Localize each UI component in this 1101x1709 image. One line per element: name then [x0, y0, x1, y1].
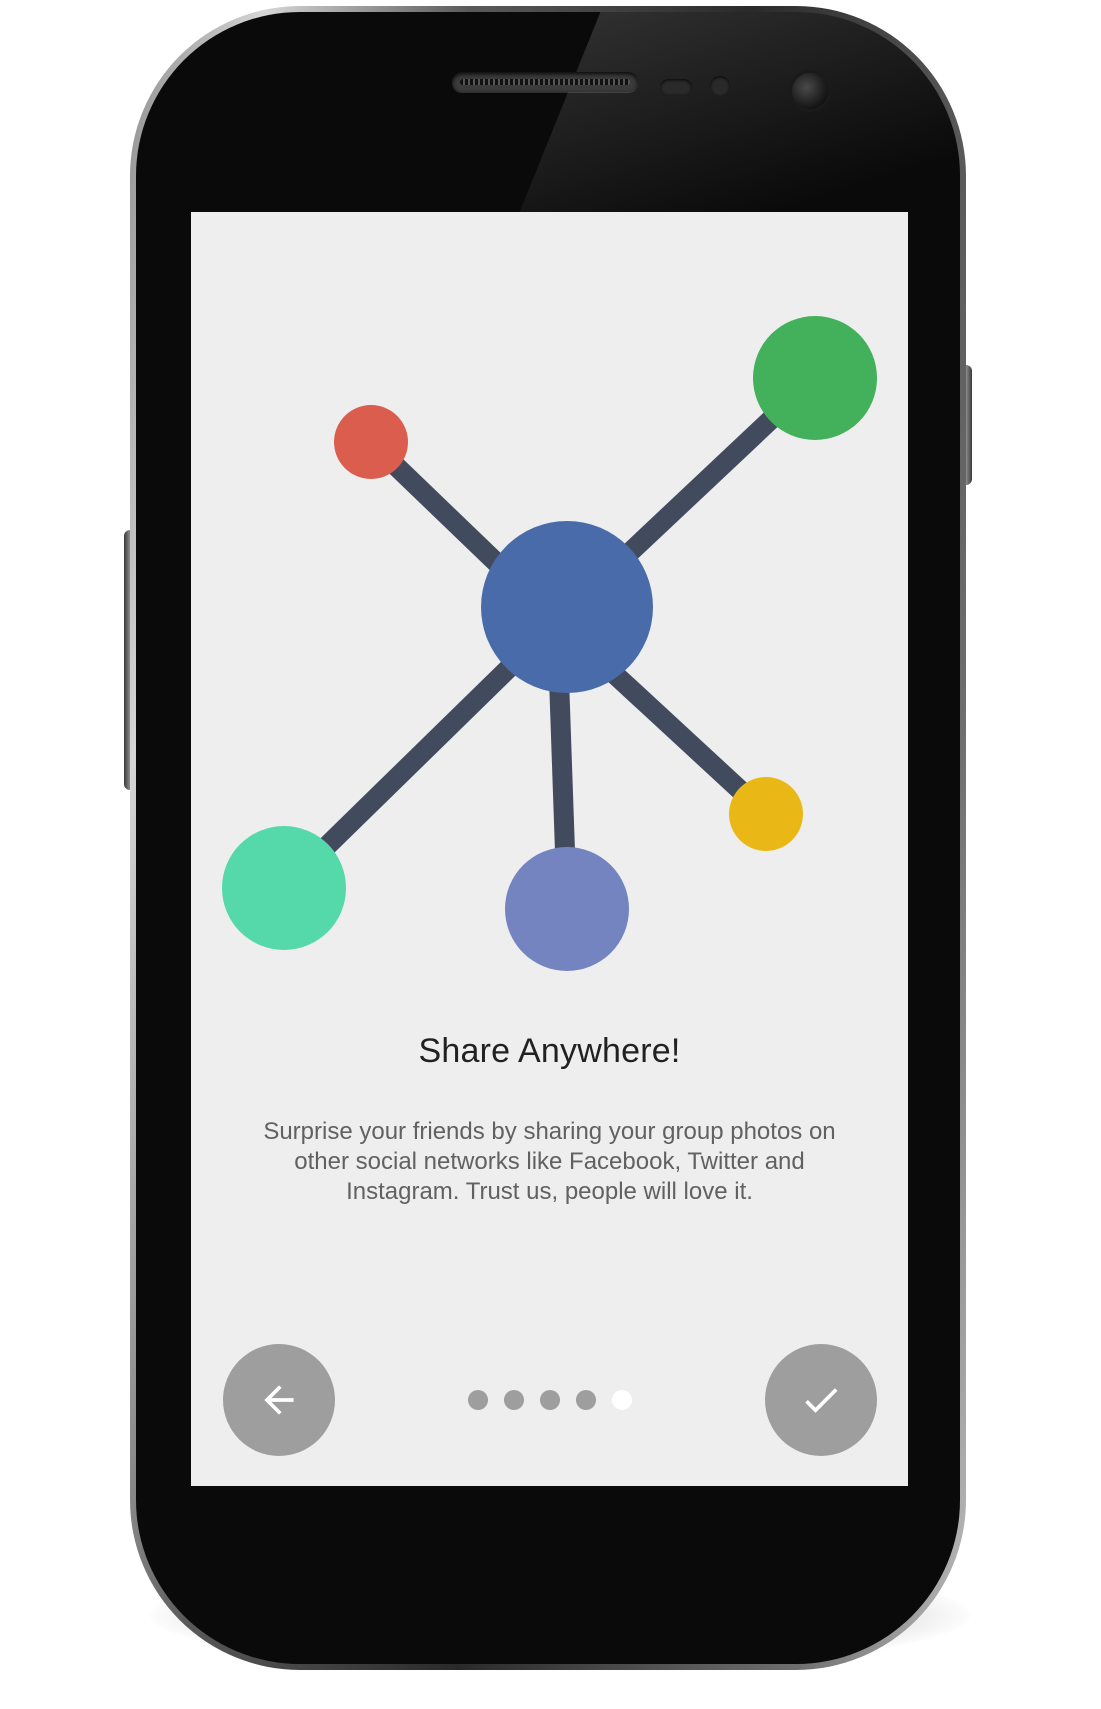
page-title: Share Anywhere! — [418, 1032, 681, 1070]
page-dot-4[interactable] — [575, 1390, 596, 1410]
page-description: Surprise your friends by sharing your gr… — [263, 1118, 836, 1205]
hub-node — [481, 521, 653, 693]
node-teal — [222, 826, 346, 950]
done-button[interactable] — [765, 1344, 877, 1456]
node-yellow — [729, 777, 803, 851]
onboarding-screen: Share Anywhere! Surprise your friends by… — [191, 212, 908, 1486]
node-green — [753, 316, 877, 440]
earpiece-speaker — [452, 72, 638, 92]
node-purple — [505, 847, 629, 971]
node-red — [334, 405, 408, 479]
page-dot-2[interactable] — [503, 1390, 524, 1410]
light-sensor — [710, 76, 730, 96]
page-dot-5[interactable] — [611, 1390, 632, 1410]
page-dot-1[interactable] — [467, 1390, 488, 1410]
check-icon — [805, 1388, 838, 1413]
page-dot-3[interactable] — [539, 1390, 560, 1410]
front-camera — [792, 73, 828, 109]
proximity-sensor — [660, 79, 692, 95]
share-network-icon — [222, 316, 877, 971]
